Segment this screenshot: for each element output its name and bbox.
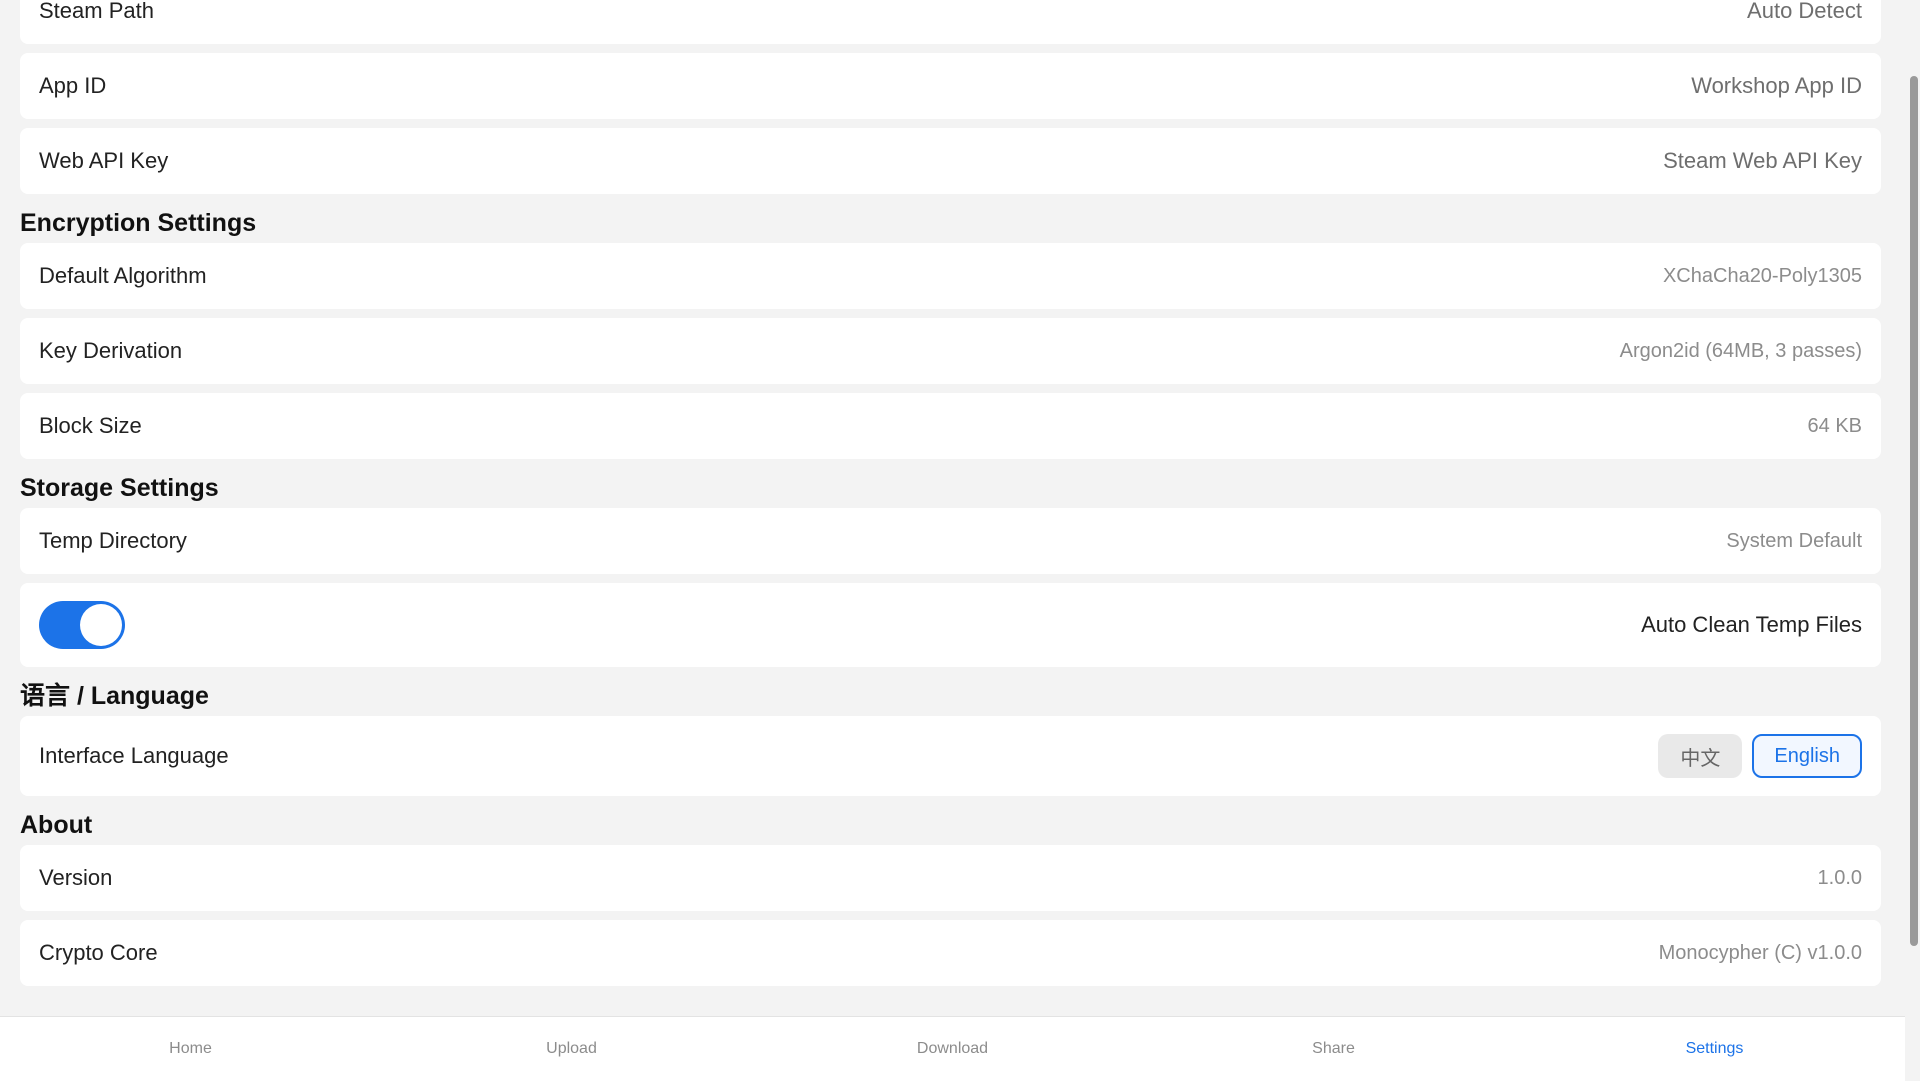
web-api-key-input[interactable]: Steam Web API Key [1663, 148, 1862, 174]
app-id-row[interactable]: App ID Workshop App ID [20, 53, 1881, 119]
block-size-value: 64 KB [1807, 414, 1862, 437]
web-api-key-label: Web API Key [39, 148, 169, 173]
language-title: 语言 / Language [20, 682, 209, 710]
about-title: About [20, 811, 93, 839]
crypto-core-row: Crypto Core Monocypher (C) v1.0.0 [20, 920, 1881, 986]
version-label: Version [39, 865, 113, 890]
nav-download[interactable]: Download [762, 1017, 1143, 1081]
nav-upload[interactable]: Upload [381, 1017, 762, 1081]
language-option-english[interactable]: English [1752, 734, 1862, 778]
toggle-knob [80, 604, 122, 646]
nav-home[interactable]: Home [0, 1017, 381, 1081]
crypto-core-label: Crypto Core [39, 940, 158, 965]
storage-settings-title: Storage Settings [20, 474, 219, 502]
default-algorithm-row[interactable]: Default Algorithm XChaCha20-Poly1305 [20, 243, 1881, 309]
auto-clean-row: Auto Clean Temp Files [20, 583, 1881, 667]
app-id-input[interactable]: Workshop App ID [1691, 73, 1862, 99]
interface-language-row: Interface Language 中文 English [20, 716, 1881, 796]
key-derivation-value: Argon2id (64MB, 3 passes) [1619, 339, 1862, 362]
scrollbar-thumb[interactable] [1910, 76, 1918, 946]
default-algorithm-value: XChaCha20-Poly1305 [1662, 264, 1862, 287]
nav-share[interactable]: Share [1143, 1017, 1524, 1081]
key-derivation-label: Key Derivation [39, 338, 183, 363]
bottom-navigation: Home Upload Download Share Settings [0, 1016, 1905, 1081]
auto-clean-toggle[interactable] [39, 601, 125, 649]
settings-content: Steam Path Auto Detect App ID Workshop A… [20, 0, 1881, 995]
steam-path-row[interactable]: Steam Path Auto Detect [20, 0, 1881, 44]
web-api-key-row[interactable]: Web API Key Steam Web API Key [20, 128, 1881, 194]
key-derivation-row[interactable]: Key Derivation Argon2id (64MB, 3 passes) [20, 318, 1881, 384]
interface-language-label: Interface Language [39, 743, 229, 768]
app-id-label: App ID [39, 73, 107, 98]
steam-path-label: Steam Path [39, 0, 154, 23]
vertical-scrollbar[interactable] [1908, 0, 1920, 1017]
crypto-core-value: Monocypher (C) v1.0.0 [1658, 941, 1862, 964]
block-size-label: Block Size [39, 413, 142, 438]
temp-directory-value: System Default [1726, 529, 1862, 552]
version-value: 1.0.0 [1817, 866, 1862, 889]
language-option-chinese[interactable]: 中文 [1658, 734, 1743, 778]
temp-directory-row[interactable]: Temp Directory System Default [20, 508, 1881, 574]
version-row: Version 1.0.0 [20, 845, 1881, 911]
block-size-row[interactable]: Block Size 64 KB [20, 393, 1881, 459]
default-algorithm-label: Default Algorithm [39, 263, 207, 288]
auto-clean-label: Auto Clean Temp Files [1641, 612, 1862, 637]
steam-path-value[interactable]: Auto Detect [1747, 0, 1862, 24]
encryption-settings-title: Encryption Settings [20, 209, 257, 237]
nav-settings[interactable]: Settings [1524, 1017, 1905, 1081]
temp-directory-label: Temp Directory [39, 528, 187, 553]
language-selector: 中文 English [1658, 734, 1862, 778]
settings-scroll-area[interactable]: Steam Path Auto Detect App ID Workshop A… [0, 0, 1920, 1017]
